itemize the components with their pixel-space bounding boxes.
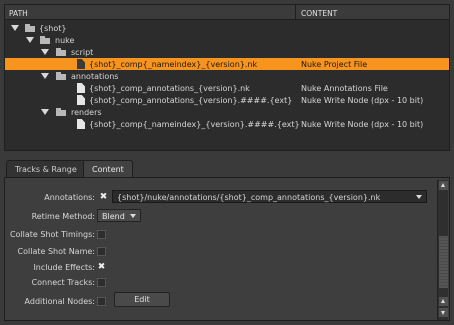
collate-timings-label: Collate Shot Timings: <box>9 230 95 239</box>
annotations-path-combo[interactable]: {shot}/nuke/annotations/{shot}_comp_anno… <box>112 190 427 203</box>
edit-button[interactable]: Edit <box>114 292 170 307</box>
tree-row-label: renders <box>71 108 102 117</box>
tree-row-label: {shot} <box>39 24 67 33</box>
file-icon <box>77 119 85 129</box>
tree-row-label: nuke <box>55 36 75 45</box>
tab-content[interactable]: Content <box>83 160 133 177</box>
tree-row-content: Nuke Write Node (dpx - 10 bit) <box>301 120 424 129</box>
additional-nodes-checkbox[interactable] <box>97 297 106 306</box>
annotations-path-value: {shot}/nuke/annotations/{shot}_comp_anno… <box>117 193 381 202</box>
tree-row-content: Nuke Project File <box>301 60 368 69</box>
expand-arrow-icon[interactable] <box>41 109 49 115</box>
retime-method-select[interactable]: Blend <box>97 209 141 222</box>
content-scrollbar[interactable] <box>437 180 448 320</box>
retime-method-value: Blend <box>102 212 125 221</box>
retime-method-label: Retime Method: <box>31 212 95 221</box>
export-structure-tree[interactable]: PATH CONTENT {shot} nuke script {shot}_c… <box>4 4 450 151</box>
annotations-enabled-checkbox[interactable]: ✖ <box>99 193 108 202</box>
tree-row-label: {shot}_comp_annotations_{version}.####.{… <box>89 96 293 105</box>
tree-row-label: annotations <box>71 72 119 81</box>
settings-tabs: Tracks & Range Content <box>4 160 450 177</box>
folder-icon <box>25 24 35 32</box>
file-icon <box>77 95 85 105</box>
chevron-down-icon <box>416 195 422 199</box>
tree-row-script-folder[interactable]: script <box>5 46 449 58</box>
folder-icon <box>40 36 50 44</box>
folder-icon <box>56 48 66 56</box>
tree-row-script-file[interactable]: {shot}_comp{_nameindex}_{version}.nk Nuk… <box>5 58 449 70</box>
tree-row-shot-folder[interactable]: {shot} <box>5 22 449 34</box>
additional-nodes-row: Additional Nodes: <box>5 294 95 308</box>
expand-arrow-icon[interactable] <box>41 49 49 55</box>
folder-icon <box>56 108 66 116</box>
collate-name-checkbox[interactable] <box>97 247 106 256</box>
expand-arrow-icon[interactable] <box>41 73 49 79</box>
chevron-down-icon <box>130 214 136 218</box>
annotations-label: Annotations: <box>44 193 95 202</box>
path-column-header[interactable]: PATH <box>9 9 28 18</box>
scroll-down-arrow-icon[interactable] <box>439 308 448 317</box>
file-icon <box>77 59 85 69</box>
tree-row-renders-write[interactable]: {shot}_comp{_nameindex}_{version}.####.{… <box>5 118 449 130</box>
content-settings-panel: Annotations: ✖ {shot}/nuke/annotations/{… <box>4 177 450 321</box>
tree-row-renders-folder[interactable]: renders <box>5 106 449 118</box>
tree-row-annotations-folder[interactable]: annotations <box>5 70 449 82</box>
collate-name-row: Collate Shot Name: <box>5 244 95 258</box>
tree-row-nuke-folder[interactable]: nuke <box>5 34 449 46</box>
collate-name-label: Collate Shot Name: <box>17 247 95 256</box>
folder-icon <box>56 72 66 80</box>
expand-arrow-icon[interactable] <box>11 25 19 31</box>
retime-row: Retime Method: <box>5 209 95 223</box>
tree-row-content: Nuke Write Node (dpx - 10 bit) <box>301 96 424 105</box>
tree-header: PATH CONTENT <box>5 5 449 20</box>
tree-row-label: {shot}_comp{_nameindex}_{version}.nk <box>89 60 258 69</box>
tree-row-label: {shot}_comp_annotations_{version}.nk <box>89 84 250 93</box>
tree-row-content: Nuke Annotations File <box>301 84 388 93</box>
scroll-up-arrow-icon[interactable] <box>439 297 448 306</box>
connect-tracks-checkbox[interactable] <box>97 278 106 287</box>
tree-row-annotations-write[interactable]: {shot}_comp_annotations_{version}.####.{… <box>5 94 449 106</box>
include-effects-row: Include Effects: <box>5 260 95 274</box>
connect-tracks-row: Connect Tracks: <box>5 275 95 289</box>
scroll-up-arrow-icon[interactable] <box>439 181 448 190</box>
expand-arrow-icon[interactable] <box>26 37 34 43</box>
column-divider[interactable] <box>295 5 296 19</box>
collate-timings-row: Collate Shot Timings: <box>5 227 95 241</box>
additional-nodes-label: Additional Nodes: <box>24 297 95 306</box>
connect-tracks-label: Connect Tracks: <box>31 278 95 287</box>
include-effects-checkbox[interactable]: ✖ <box>97 263 106 272</box>
include-effects-label: Include Effects: <box>33 263 95 272</box>
tree-row-label: {shot}_comp{_nameindex}_{version}.####.{… <box>89 120 300 129</box>
scroll-thumb[interactable] <box>439 236 448 288</box>
tab-tracks-range[interactable]: Tracks & Range <box>6 160 86 177</box>
annotations-label-row: Annotations: <box>5 190 95 204</box>
tree-row-label: script <box>71 48 94 57</box>
content-column-header[interactable]: CONTENT <box>301 9 337 18</box>
tree-row-annotations-file[interactable]: {shot}_comp_annotations_{version}.nk Nuk… <box>5 82 449 94</box>
collate-timings-checkbox[interactable] <box>97 230 106 239</box>
file-icon <box>77 83 85 93</box>
